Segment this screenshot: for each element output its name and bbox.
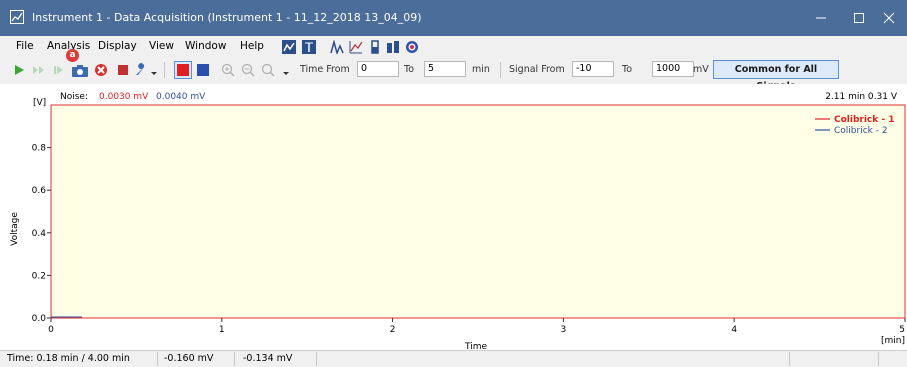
- plot-area[interactable]: [50, 104, 906, 319]
- noise-label: Noise:: [60, 92, 88, 102]
- legend-entry: Colibrick - 1: [834, 115, 895, 125]
- status-divider: [878, 352, 879, 366]
- x-axis-title: Time: [464, 342, 487, 350]
- peak-icon[interactable]: [330, 40, 344, 54]
- noise-value-2: 0.0040 mV: [156, 92, 206, 102]
- signal-from-label: Signal From: [509, 64, 565, 75]
- status-time: Time: 0.18 min / 4.00 min: [7, 353, 130, 364]
- x-unit-label: [min]: [881, 336, 905, 346]
- menu-window[interactable]: Window: [185, 40, 226, 52]
- menu-file[interactable]: File: [16, 40, 34, 52]
- status-value-1: -0.160 mV: [164, 353, 214, 364]
- zoom-out-icon[interactable]: [241, 63, 255, 77]
- title-bar: Instrument 1 - Data Acquisition (Instrum…: [0, 0, 907, 36]
- skip-icon[interactable]: [52, 63, 66, 77]
- x-tick-label: 3: [561, 325, 567, 335]
- signal-unit-label: mV: [693, 64, 709, 75]
- menu-help[interactable]: Help: [240, 40, 264, 52]
- time-from-input[interactable]: 0: [357, 61, 399, 77]
- time-unit-label: min: [472, 64, 490, 75]
- minimize-button[interactable]: [806, 7, 836, 29]
- abort-icon[interactable]: [94, 63, 108, 77]
- acquisition-toolbar: a Time From 0 To 5 min Signal From -10 T…: [0, 49, 907, 92]
- minimize-icon: [816, 17, 826, 19]
- time-from-label: Time From: [300, 64, 350, 75]
- y-axis-title: Voltage: [10, 212, 20, 246]
- x-tick-label: 5: [899, 325, 905, 335]
- x-tick-label: 1: [219, 325, 225, 335]
- time-to-label: To: [404, 64, 415, 75]
- status-divider: [234, 352, 235, 366]
- zoom-reset-icon[interactable]: [261, 63, 275, 77]
- notification-badge: a: [66, 49, 79, 62]
- close-button[interactable]: [874, 7, 904, 29]
- legend-entry: Colibrick - 2: [834, 126, 888, 136]
- status-divider: [157, 352, 158, 366]
- zoom-chevron-down-icon[interactable]: [282, 64, 290, 76]
- wrench-icon[interactable]: [134, 63, 148, 77]
- toolbar-separator: [164, 62, 165, 78]
- sequence-icon[interactable]: [386, 40, 400, 54]
- play-icon[interactable]: [12, 63, 26, 77]
- signal-from-input[interactable]: -10: [572, 61, 614, 77]
- chart-area[interactable]: [V] Noise: 0.0030 mV 0.0040 mV 2.11 min …: [0, 84, 907, 352]
- fast-forward-icon[interactable]: [32, 63, 46, 77]
- chart-app-icon: [10, 10, 24, 24]
- stop-icon[interactable]: [116, 63, 130, 77]
- toolbar-separator: [500, 62, 501, 78]
- y-tick-label: 0.0: [32, 314, 47, 324]
- overlay-chart-icon[interactable]: [349, 40, 363, 54]
- chart-svg[interactable]: [V] Noise: 0.0030 mV 0.0040 mV 2.11 min …: [0, 84, 907, 352]
- red-channel-toggle-icon[interactable]: [174, 61, 192, 79]
- status-bar: Time: 0.18 min / 4.00 min -0.160 mV -0.1…: [0, 350, 907, 367]
- close-icon: [883, 12, 895, 24]
- chromatogram-icon[interactable]: [282, 40, 296, 54]
- y-tick-label: 0.6: [32, 186, 47, 196]
- target-icon[interactable]: [405, 40, 419, 54]
- time-to-input[interactable]: 5: [424, 61, 466, 77]
- menu-display[interactable]: Display: [98, 40, 137, 52]
- noise-value-1: 0.0030 mV: [99, 92, 149, 102]
- maximize-button[interactable]: [844, 7, 874, 29]
- status-divider: [789, 352, 790, 366]
- common-for-all-signals-button[interactable]: Common for All Signals: [713, 60, 839, 92]
- chevron-down-icon[interactable]: [150, 64, 158, 76]
- menu-bar: File Analysis Display View Window Help: [0, 36, 907, 58]
- blue-channel-toggle-icon[interactable]: [196, 63, 210, 77]
- y-unit-label: [V]: [33, 98, 46, 108]
- signal-to-input[interactable]: 1000: [652, 61, 694, 77]
- status-divider: [316, 352, 317, 366]
- x-tick-label: 0: [48, 325, 54, 335]
- maximize-icon: [854, 13, 864, 23]
- menu-view[interactable]: View: [149, 40, 174, 52]
- y-tick-label: 0.8: [32, 144, 47, 154]
- cursor-readout: 2.11 min 0.31 V: [825, 92, 898, 102]
- zoom-in-icon[interactable]: [221, 63, 235, 77]
- calibration-icon[interactable]: [302, 40, 316, 54]
- vial-icon[interactable]: [368, 40, 382, 54]
- y-tick-label: 0.4: [32, 229, 47, 239]
- y-tick-label: 0.2: [32, 271, 46, 281]
- status-value-2: -0.134 mV: [243, 353, 293, 364]
- window-title: Instrument 1 - Data Acquisition (Instrum…: [32, 11, 422, 24]
- x-tick-label: 4: [731, 325, 737, 335]
- snapshot-camera-icon[interactable]: [71, 62, 89, 78]
- x-tick-label: 2: [390, 325, 396, 335]
- signal-to-label: To: [622, 64, 633, 75]
